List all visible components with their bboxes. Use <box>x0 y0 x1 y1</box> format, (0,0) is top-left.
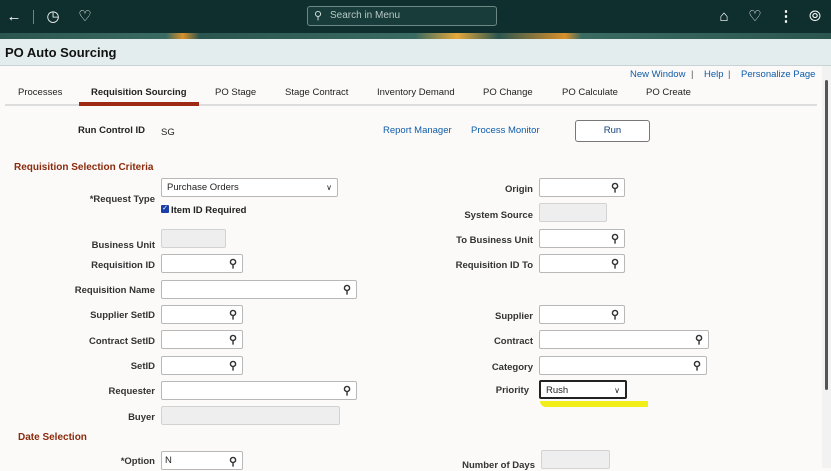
requisition-name-label: Requisition Name <box>74 285 155 296</box>
supplier-input[interactable]: ⚲ <box>539 305 625 324</box>
buyer-label: Buyer <box>128 412 155 423</box>
tab-po-stage[interactable]: PO Stage <box>215 87 256 98</box>
run-control-id-value: SG <box>161 127 175 138</box>
category-input[interactable]: ⚲ <box>539 356 707 375</box>
item-id-required-label: Item ID Required <box>171 205 247 216</box>
contract-input[interactable]: ⚲ <box>539 330 709 349</box>
tab-stage-contract[interactable]: Stage Contract <box>285 87 348 98</box>
lookup-icon[interactable]: ⚲ <box>611 257 619 270</box>
business-unit-label: Business Unit <box>91 240 155 251</box>
lookup-icon[interactable]: ⚲ <box>611 232 619 245</box>
supplier-setid-input[interactable]: ⚲ <box>161 305 243 324</box>
chevron-down-icon: ∨ <box>326 183 332 192</box>
scrollbar-thumb[interactable] <box>825 80 828 390</box>
to-business-unit-input[interactable]: ⚲ <box>539 229 625 248</box>
personalize-page-link[interactable]: Personalize Page <box>741 69 815 80</box>
search-menu-input[interactable]: ⚲ Search in Menu <box>307 6 497 26</box>
priority-value: Rush <box>546 385 569 396</box>
date-selection-heading: Date Selection <box>18 432 87 443</box>
requisition-name-input[interactable]: ⚲ <box>161 280 357 299</box>
title-bar <box>0 39 831 66</box>
divider <box>33 10 34 24</box>
tab-requisition-sourcing[interactable]: Requisition Sourcing <box>91 87 187 98</box>
requisition-id-to-input[interactable]: ⚲ <box>539 254 625 273</box>
supplier-setid-label: Supplier SetID <box>90 310 155 321</box>
search-placeholder: Search in Menu <box>330 10 401 21</box>
lookup-icon[interactable]: ⚲ <box>693 359 701 372</box>
priority-label: Priority <box>495 385 529 396</box>
help-link[interactable]: Help <box>704 69 724 80</box>
lookup-icon[interactable]: ⚲ <box>695 333 703 346</box>
process-monitor-link[interactable]: Process Monitor <box>471 125 540 136</box>
number-of-days-label: Number of Days <box>462 460 535 471</box>
contract-setid-input[interactable]: ⚲ <box>161 330 243 349</box>
option-label: *Option <box>120 456 155 467</box>
contract-setid-label: Contract SetID <box>89 336 155 347</box>
request-type-value: Purchase Orders <box>167 182 239 193</box>
lookup-icon[interactable]: ⚲ <box>229 257 237 270</box>
requisition-id-input[interactable]: ⚲ <box>161 254 243 273</box>
new-window-link[interactable]: New Window <box>630 69 685 80</box>
setid-label: SetID <box>130 361 155 372</box>
lookup-icon[interactable]: ⚲ <box>229 308 237 321</box>
contract-label: Contract <box>493 336 533 347</box>
request-type-label: *Request Type <box>89 194 155 205</box>
active-tab-indicator <box>79 102 199 106</box>
category-label: Category <box>491 362 533 373</box>
navigator-compass-icon[interactable]: ⦾ <box>805 0 825 33</box>
origin-label: Origin <box>505 184 533 195</box>
link-separator: | <box>728 69 731 80</box>
chevron-down-icon: ∨ <box>614 386 620 395</box>
requisition-id-to-label: Requisition ID To <box>455 260 533 271</box>
option-input[interactable]: N ⚲ <box>161 451 243 470</box>
run-button[interactable]: Run <box>575 120 650 142</box>
link-separator: | <box>691 69 694 80</box>
history-clock-icon[interactable]: ◷ <box>43 0 63 33</box>
origin-input[interactable]: ⚲ <box>539 178 625 197</box>
item-id-required-checkbox[interactable]: ✓ <box>161 205 169 213</box>
lookup-icon[interactable]: ⚲ <box>611 308 619 321</box>
tab-po-create[interactable]: PO Create <box>646 87 691 98</box>
lookup-icon[interactable]: ⚲ <box>229 454 237 471</box>
tab-po-change[interactable]: PO Change <box>483 87 533 98</box>
lookup-icon[interactable]: ⚲ <box>229 333 237 346</box>
more-actions-icon[interactable]: ⋮ <box>776 0 796 33</box>
system-source-label: System Source <box>464 210 533 221</box>
tab-inventory-demand[interactable]: Inventory Demand <box>377 87 455 98</box>
favorites-heart-icon[interactable]: ♡ <box>75 0 95 33</box>
business-unit-field <box>161 229 226 248</box>
lookup-icon[interactable]: ⚲ <box>611 181 619 194</box>
search-icon: ⚲ <box>314 10 323 22</box>
supplier-label: Supplier <box>494 311 533 322</box>
tab-processes[interactable]: Processes <box>18 87 62 98</box>
page-title: PO Auto Sourcing <box>5 45 117 60</box>
report-manager-link[interactable]: Report Manager <box>383 125 452 136</box>
requester-label: Requester <box>108 386 155 397</box>
option-value: N <box>165 455 172 466</box>
buyer-field <box>161 406 340 425</box>
requester-input[interactable]: ⚲ <box>161 381 357 400</box>
back-arrow-icon[interactable]: ← <box>4 0 24 33</box>
system-source-field <box>539 203 607 222</box>
priority-select[interactable]: Rush ∨ <box>539 380 627 399</box>
requisition-selection-criteria-heading: Requisition Selection Criteria <box>14 162 154 173</box>
lookup-icon[interactable]: ⚲ <box>229 359 237 372</box>
run-control-id-label: Run Control ID <box>78 125 146 136</box>
home-icon[interactable]: ⌂ <box>714 0 734 33</box>
highlight-annotation <box>540 401 648 407</box>
notifications-bell-icon[interactable]: ♡ <box>745 0 765 33</box>
tab-po-calculate[interactable]: PO Calculate <box>562 87 618 98</box>
request-type-select[interactable]: Purchase Orders ∨ <box>161 178 338 197</box>
to-business-unit-label: To Business Unit <box>456 235 533 246</box>
requisition-id-label: Requisition ID <box>91 260 155 271</box>
number-of-days-field <box>541 450 610 469</box>
lookup-icon[interactable]: ⚲ <box>343 283 351 296</box>
setid-input[interactable]: ⚲ <box>161 356 243 375</box>
